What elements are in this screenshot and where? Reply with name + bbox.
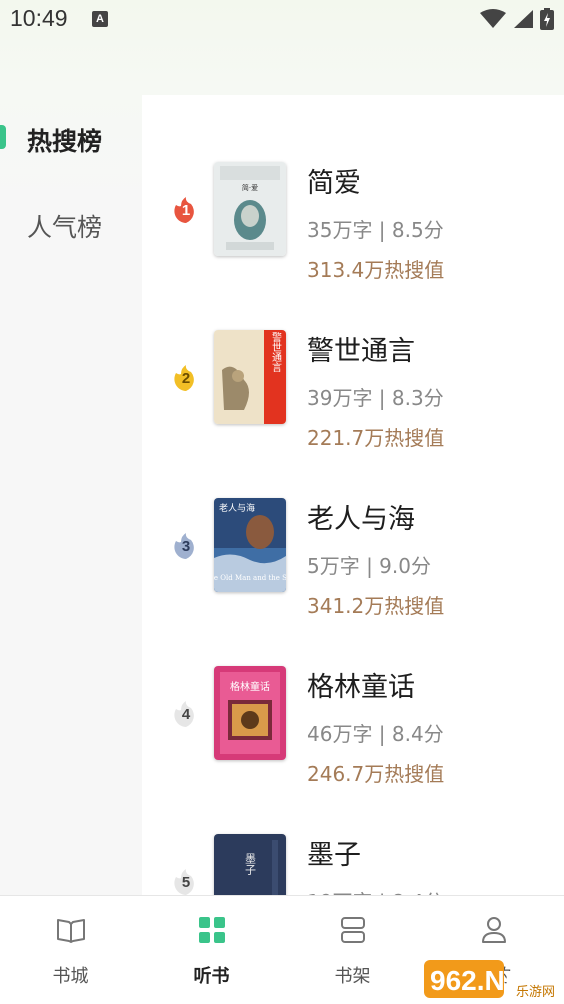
nav-hot-search-ranking[interactable]: 热搜榜 bbox=[0, 112, 142, 172]
cover-title: 格林童话 bbox=[230, 680, 270, 693]
cover-title: 老人与海 bbox=[219, 502, 255, 514]
system-icons bbox=[480, 8, 554, 30]
book-cover[interactable]: 简·爱 bbox=[214, 162, 286, 256]
book-meta: 46万字 | 8.4分 bbox=[307, 722, 444, 746]
book-meta: 39万字 | 8.3分 bbox=[307, 386, 444, 410]
rank-badge: 1 bbox=[172, 196, 200, 224]
nav-popularity-ranking[interactable]: 人气榜 bbox=[0, 198, 142, 258]
status-bar: 10:49 A bbox=[0, 0, 564, 40]
notification-icon: A bbox=[92, 11, 108, 27]
watermark-image: 962.NET 乐游网 bbox=[424, 960, 555, 1000]
open-book-icon bbox=[57, 919, 85, 943]
tab-audiobooks[interactable]: 听书 bbox=[141, 896, 282, 1004]
book-item[interactable]: 3 老人与海 The Old Man and the Sea 老人与海 5万字 … bbox=[142, 493, 564, 643]
rank-badge: 2 bbox=[172, 364, 200, 392]
book-meta: 5万字 | 9.0分 bbox=[307, 554, 431, 578]
book-title[interactable]: 格林童话 bbox=[307, 665, 415, 704]
book-title[interactable]: 老人与海 bbox=[307, 497, 415, 536]
book-item[interactable]: 1 简·爱 简爱 35万字 | 8.5分 313.4万热搜值 bbox=[142, 157, 564, 307]
nav-item-label: 热搜榜 bbox=[27, 127, 103, 156]
rank-number: 1 bbox=[181, 202, 191, 219]
cover-image: 警世通言 bbox=[214, 330, 286, 424]
wifi-icon bbox=[480, 9, 506, 28]
rank-badge: 5 bbox=[172, 868, 200, 895]
cover-title: 简·爱 bbox=[242, 183, 258, 192]
user-icon bbox=[482, 917, 506, 943]
bookshelf-icon bbox=[341, 917, 365, 943]
tab-bookshelf[interactable]: 书架 bbox=[282, 896, 423, 1004]
book-cover[interactable]: 警世通言 bbox=[214, 330, 286, 424]
tab-label: 书城 bbox=[52, 966, 89, 987]
watermark-logo: 962.NET 乐游网 bbox=[424, 958, 558, 1000]
rank-number: 4 bbox=[181, 706, 191, 723]
tab-label: 听书 bbox=[193, 966, 230, 987]
cover-subtitle: The Old Man and the Sea bbox=[214, 574, 286, 582]
tab-label: 书架 bbox=[334, 966, 371, 987]
cover-image: 墨子 bbox=[214, 834, 286, 895]
book-title[interactable]: 简爱 bbox=[307, 161, 361, 200]
cover-image: 简·爱 bbox=[214, 162, 286, 256]
battery-icon bbox=[540, 8, 554, 30]
rank-number: 5 bbox=[181, 874, 191, 891]
rank-number: 3 bbox=[181, 538, 191, 555]
grid-icon bbox=[199, 917, 225, 943]
book-title[interactable]: 墨子 bbox=[307, 833, 361, 872]
book-hot-value: 313.4万热搜值 bbox=[307, 258, 445, 282]
rank-number: 2 bbox=[181, 370, 191, 387]
rank-badge: 4 bbox=[172, 700, 200, 728]
cover-title: 墨子 bbox=[244, 853, 257, 875]
cover-title: 警世通言 bbox=[270, 331, 282, 373]
book-meta: 35万字 | 8.5分 bbox=[307, 218, 444, 242]
book-item[interactable]: 2 警世通言 警世通言 39万字 | 8.3分 221.7万热搜值 bbox=[142, 325, 564, 475]
status-time: 10:49 bbox=[10, 5, 68, 31]
watermark-sub: 乐游网 bbox=[516, 985, 555, 1000]
book-meta: 19万字 | 8.4分 bbox=[307, 886, 444, 895]
book-cover[interactable]: 格林童话 bbox=[214, 666, 286, 760]
book-hot-value: 246.7万热搜值 bbox=[307, 762, 445, 786]
book-hot-value: 221.7万热搜值 bbox=[307, 426, 445, 450]
nav-item-label: 人气榜 bbox=[27, 213, 103, 242]
cover-image: 格林童话 bbox=[214, 666, 286, 760]
book-ranking-list: 1 简·爱 简爱 35万字 | 8.5分 313.4万热搜值 2 警世通言 警世… bbox=[142, 95, 564, 895]
book-item[interactable]: 4 格林童话 格林童话 46万字 | 8.4分 246.7万热搜值 bbox=[142, 661, 564, 811]
signal-icon bbox=[514, 10, 533, 28]
book-hot-value: 341.2万热搜值 bbox=[307, 594, 445, 618]
book-title[interactable]: 警世通言 bbox=[307, 329, 415, 368]
book-item[interactable]: 5 墨子 墨子 19万字 | 8.4分 bbox=[142, 829, 564, 895]
tab-bookstore[interactable]: 书城 bbox=[0, 896, 141, 1004]
cover-image: 老人与海 The Old Man and the Sea bbox=[214, 498, 286, 592]
book-cover[interactable]: 墨子 bbox=[214, 834, 286, 895]
active-indicator bbox=[0, 125, 6, 149]
book-cover[interactable]: 老人与海 The Old Man and the Sea bbox=[214, 498, 286, 592]
rank-badge: 3 bbox=[172, 532, 200, 560]
